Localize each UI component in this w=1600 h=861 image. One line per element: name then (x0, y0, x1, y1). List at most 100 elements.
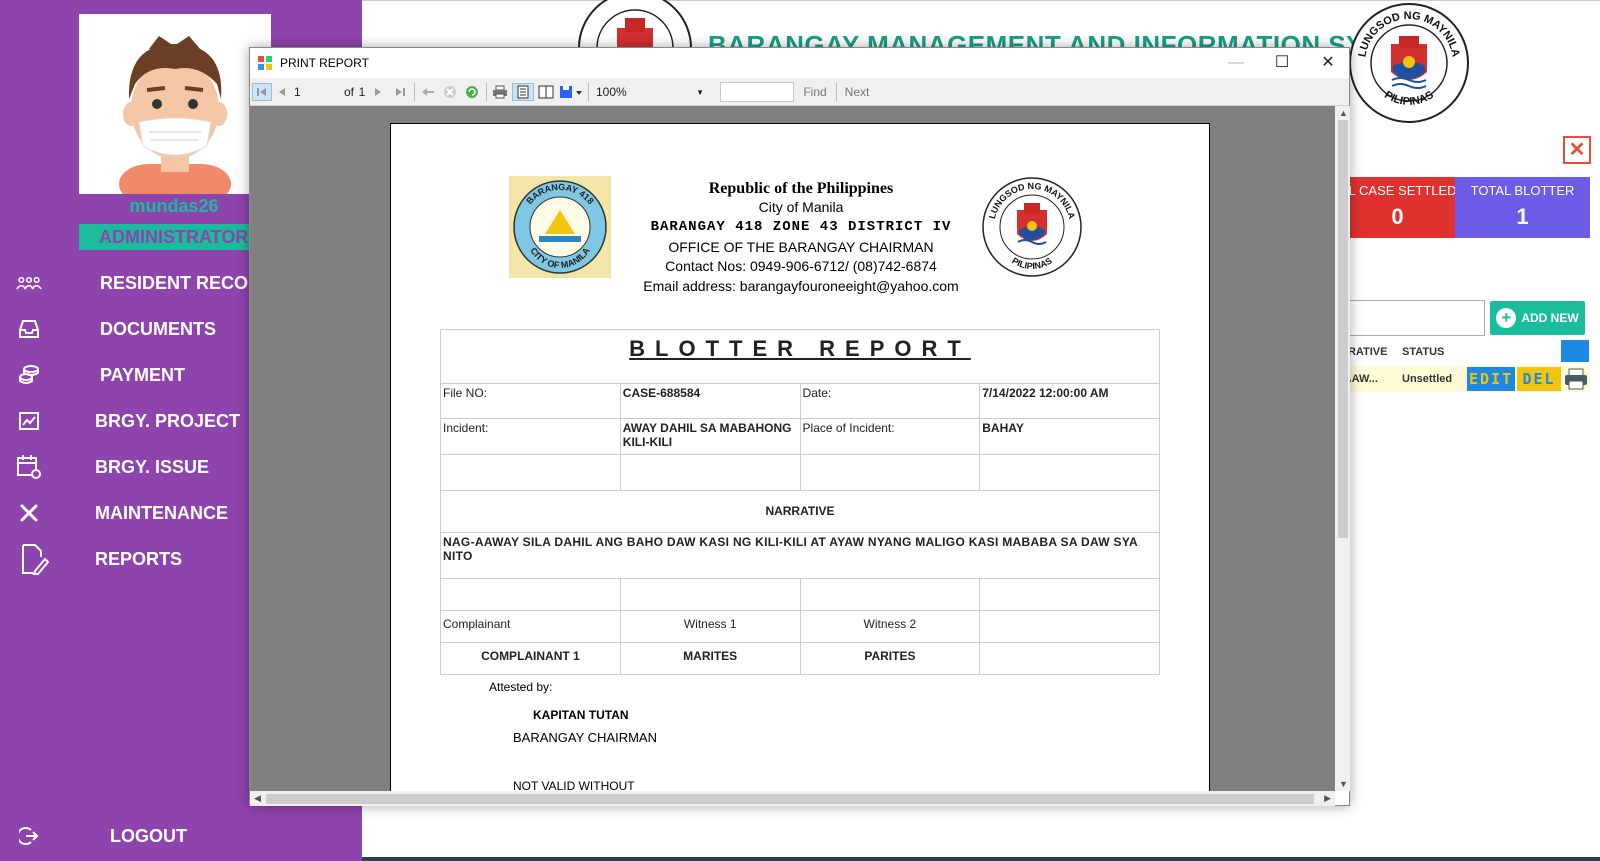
add-new-label: ADD NEW (1521, 311, 1579, 325)
logout-icon (16, 823, 42, 849)
export-icon[interactable] (558, 83, 584, 101)
witness1-value: MARITES (619, 642, 801, 675)
avatar (79, 14, 271, 194)
calendar-gear-icon (16, 454, 42, 480)
cell-status: Unsettled (1402, 373, 1453, 385)
delete-button[interactable]: DEL (1517, 367, 1561, 391)
complainant-value: COMPLAINANT 1 (440, 642, 621, 675)
witness2-value: PARITES (799, 642, 981, 675)
witness1-label: Witness 1 (619, 610, 801, 643)
empty-cell (799, 578, 981, 611)
scroll-down-icon[interactable]: ▼ (1339, 779, 1348, 789)
report-page: BARANGAY 418 CITY OF MANILA LUNGSOD NG M… (390, 123, 1210, 791)
printer-icon[interactable] (1563, 367, 1589, 391)
attested-by-label: Attested by: (489, 680, 553, 694)
grid-header: RRATIVE STATUS (1340, 340, 1590, 364)
next-button[interactable]: Next (842, 83, 872, 101)
toolbar-separator (836, 83, 837, 101)
file-no-value: CASE-688584 (619, 383, 801, 419)
date-value: 7/14/2022 12:00:00 AM (979, 383, 1160, 419)
print-report-window: PRINT REPORT — ☐ ✕ 1 of 1 100% ▼ Find Ne… (249, 47, 1350, 806)
inbox-icon (16, 316, 42, 342)
minimize-button[interactable]: — (1213, 48, 1259, 78)
next-page-icon[interactable] (370, 83, 386, 101)
chairman-title: BARANGAY CHAIRMAN (513, 730, 657, 745)
previous-page-icon[interactable] (274, 83, 290, 101)
total-blotter-card: TOTAL BLOTTER 1 (1455, 177, 1590, 238)
logout-label: LOGOUT (110, 825, 187, 846)
print-icon[interactable] (490, 83, 510, 101)
search-input[interactable] (1340, 300, 1485, 336)
column-header-status: STATUS (1402, 346, 1445, 358)
republic-line: Republic of the Philippines (708, 180, 894, 197)
report-viewer[interactable]: BARANGAY 418 CITY OF MANILA LUNGSOD NG M… (250, 106, 1335, 791)
city-line: City of Manila (758, 199, 844, 215)
find-input[interactable] (720, 82, 794, 102)
scroll-left-icon[interactable]: ◀ (254, 793, 261, 804)
add-new-button[interactable]: + ADD NEW (1490, 301, 1585, 335)
card-value: 1 (1516, 204, 1529, 229)
sidebar-item-label: MAINTENANCE (95, 502, 228, 523)
report-title-cell: BLOTTER REPORT (440, 329, 1160, 384)
last-page-icon[interactable] (390, 83, 410, 101)
empty-cell (979, 642, 1160, 675)
zoom-select[interactable]: 100% ▼ (596, 83, 708, 101)
edit-button[interactable]: EDIT (1467, 367, 1515, 391)
card-title: TOTAL BLOTTER (1470, 183, 1575, 198)
horizontal-scrollbar[interactable]: ◀ ▶ (250, 791, 1335, 806)
page-number-input[interactable]: 1 (294, 83, 324, 101)
find-button[interactable]: Find (801, 83, 829, 101)
complainant-label: Complainant (440, 610, 621, 643)
scrollbar-thumb[interactable] (1338, 120, 1348, 538)
kapitan-name: KAPITAN TUTAN (533, 708, 629, 722)
place-value: BAHAY (979, 418, 1160, 455)
incident-label: Incident: (440, 418, 621, 455)
first-page-icon[interactable] (252, 83, 272, 101)
window-close-button[interactable]: ✕ (1305, 48, 1351, 78)
back-icon[interactable] (418, 83, 438, 101)
chart-icon (16, 408, 42, 434)
report-title: BLOTTER REPORT (629, 336, 971, 361)
maximize-button[interactable]: ☐ (1259, 48, 1305, 78)
toolbar-separator (588, 83, 589, 101)
date-label: Date: (799, 383, 981, 419)
page-setup-icon[interactable] (536, 83, 556, 101)
toolbar-separator (414, 83, 415, 101)
username-label: mundas26 (129, 196, 219, 216)
window-titlebar[interactable]: PRINT REPORT — ☐ ✕ (250, 48, 1349, 78)
print-layout-icon[interactable] (512, 83, 534, 101)
office-line: OFFICE OF THE BARANGAY CHAIRMAN (668, 239, 934, 255)
sidebar-item-label: BRGY. PROJECT (95, 410, 241, 431)
blotter-table: BLOTTER REPORT File NO: CASE-688584 Date… (440, 329, 1160, 675)
empty-cell (979, 454, 1160, 491)
window-title: PRINT REPORT (280, 56, 369, 70)
narrative-title: NARRATIVE (440, 490, 1160, 533)
contact-line: Contact Nos: 0949-906-6712/ (08)742-6874 (665, 258, 937, 274)
narrative-text: NAG-AAWAY SILA DAHIL ANG BAHO DAW KASI N… (440, 532, 1160, 579)
empty-cell (979, 610, 1160, 643)
close-button[interactable]: ✕ (1563, 136, 1591, 164)
empty-cell (619, 578, 801, 611)
stop-icon[interactable] (440, 83, 460, 101)
report-toolbar: 1 of 1 100% ▼ Find Next (250, 78, 1349, 106)
main-bottom-border (362, 857, 1600, 861)
plus-icon: + (1496, 308, 1517, 328)
empty-cell (979, 578, 1160, 611)
scrollbar-thumb[interactable] (266, 794, 1314, 804)
email-line: Email address: barangayfouroneeight@yaho… (643, 278, 959, 294)
zoom-value: 100% (596, 85, 627, 99)
table-row[interactable]: -AAW... Unsettled EDIT DEL (1340, 366, 1590, 392)
refresh-icon[interactable] (462, 83, 482, 101)
scroll-up-icon[interactable]: ▲ (1339, 108, 1348, 118)
logout-button[interactable]: LOGOUT (0, 816, 362, 856)
sidebar-item-label: REPORTS (95, 548, 183, 569)
tools-icon (16, 500, 42, 526)
vertical-scrollbar[interactable]: ▲ ▼ (1335, 106, 1350, 791)
of-label: of (343, 85, 354, 99)
barangay-line: BARANGAY 418 ZONE 43 DISTRICT IV (650, 219, 952, 235)
manila-seal-icon: LUNGSOD NG MAYNILA PILIPINAS (1348, 2, 1470, 124)
empty-cell (440, 578, 621, 611)
residents-icon (16, 270, 42, 296)
scroll-right-icon[interactable]: ▶ (1324, 793, 1331, 804)
place-label: Place of Incident: (799, 418, 981, 455)
